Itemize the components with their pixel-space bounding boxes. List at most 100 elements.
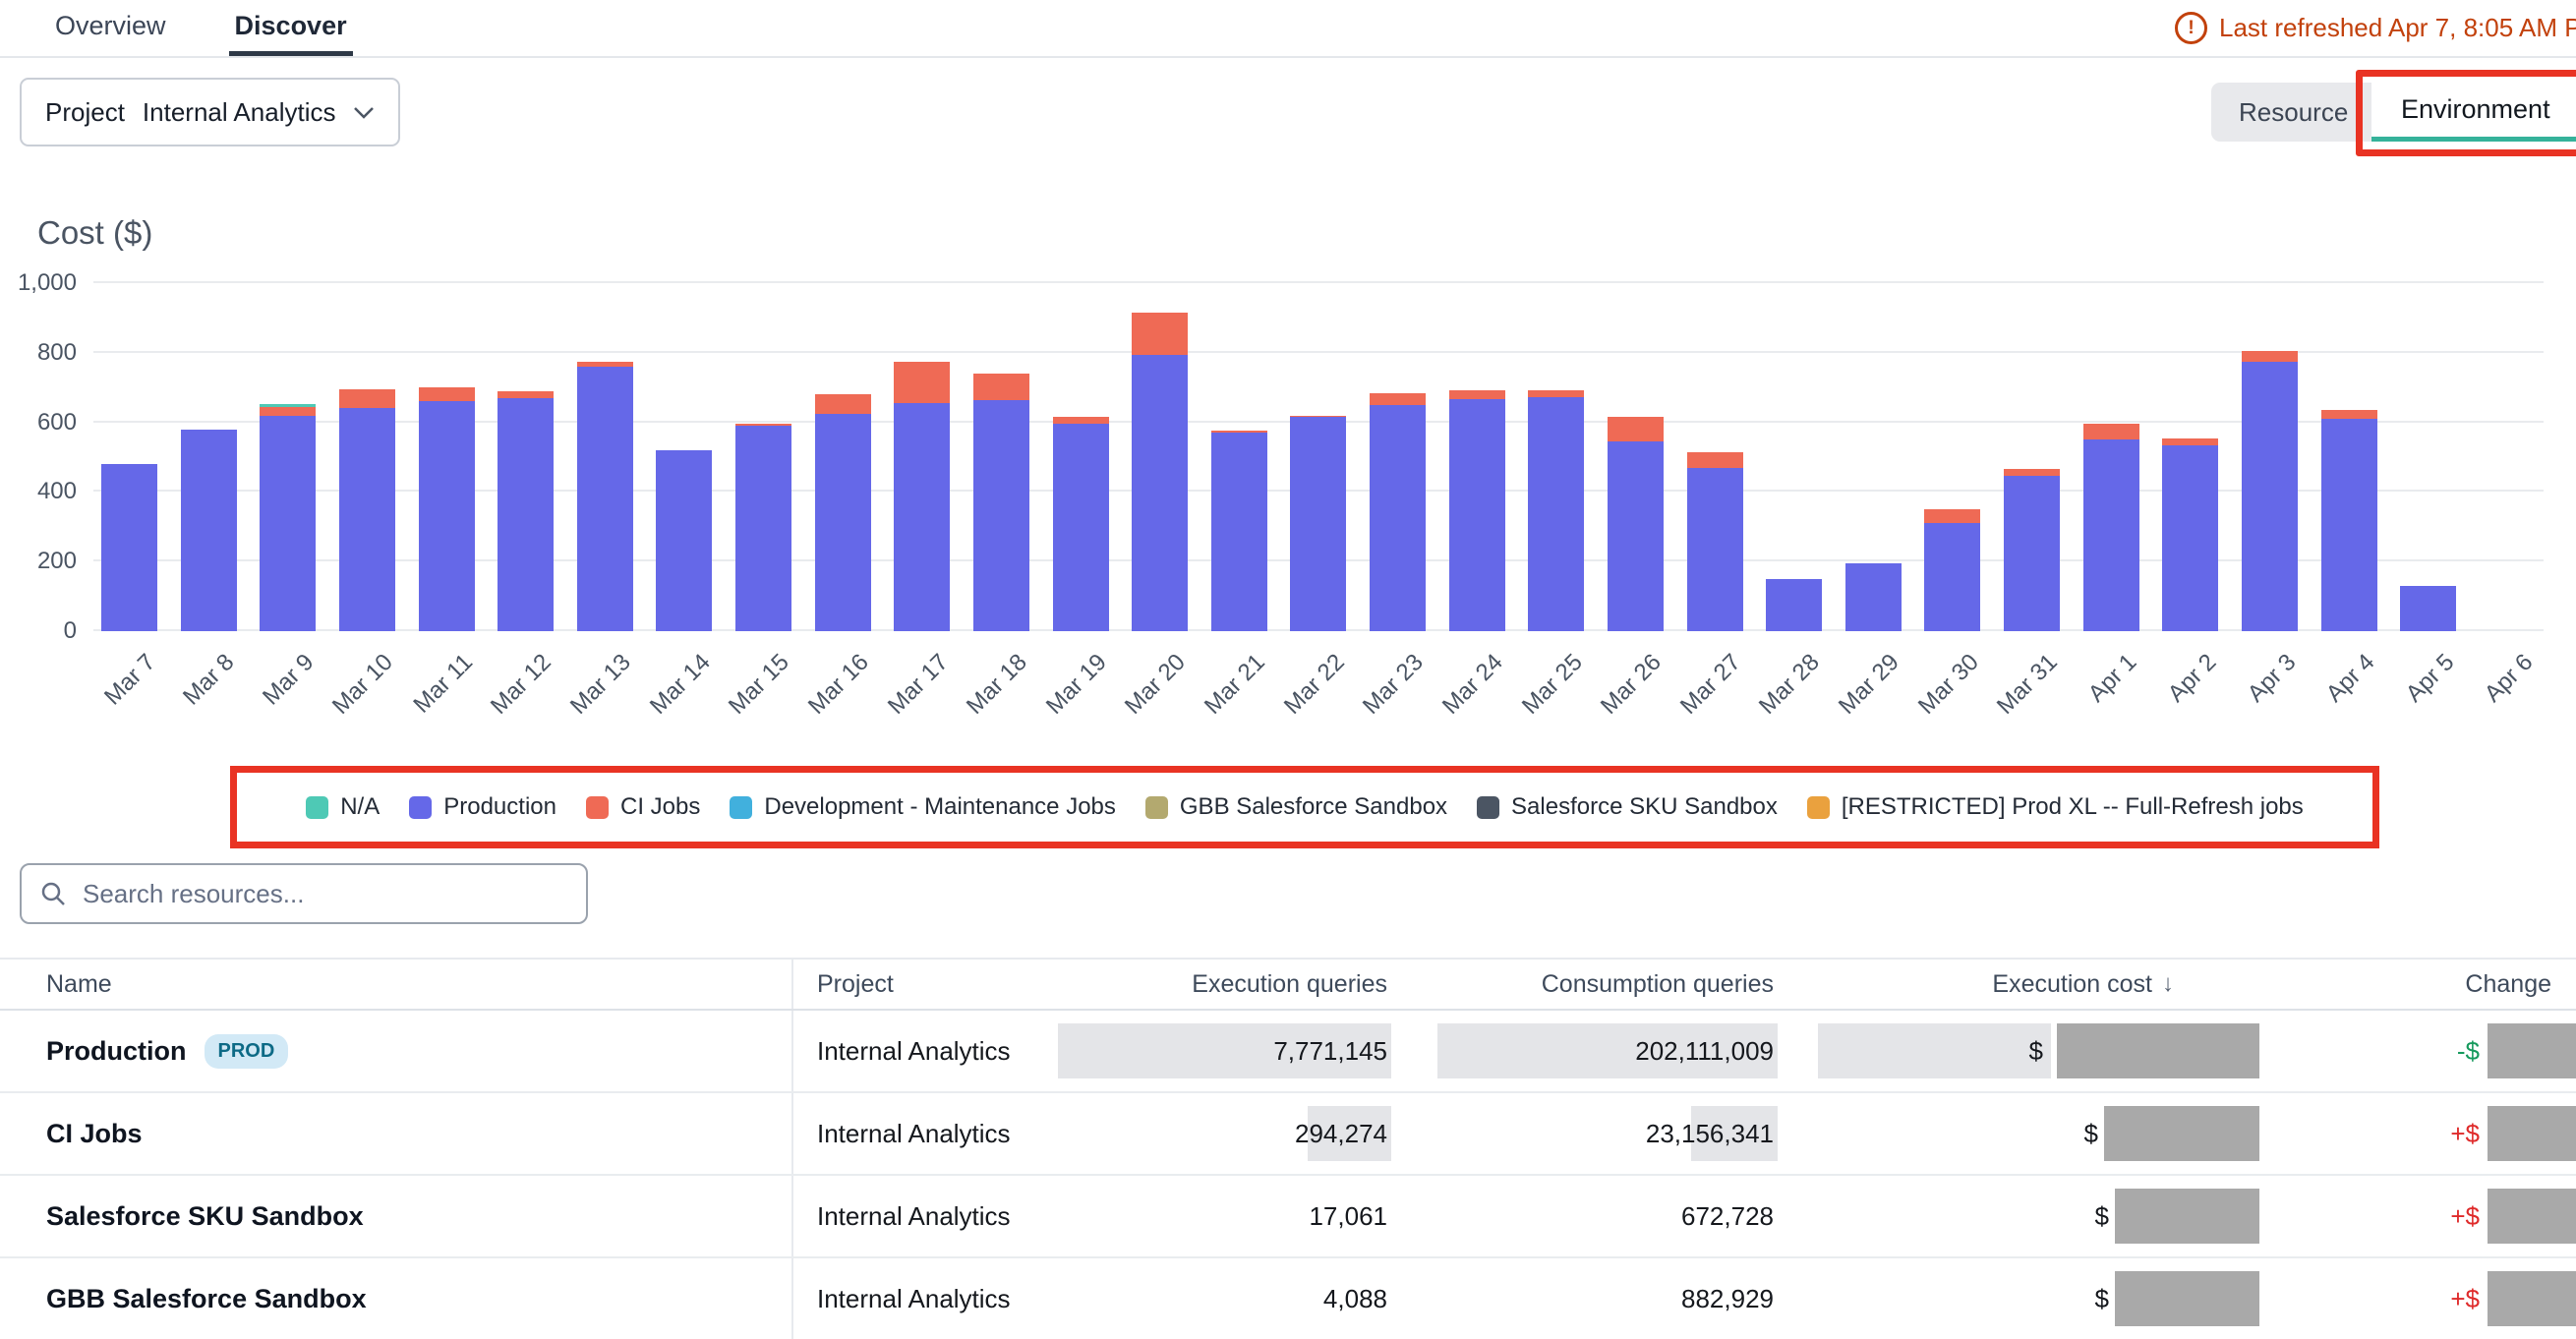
bar-mar-24: Mar 24 <box>1449 283 1505 631</box>
bar-apr-1: Apr 1 <box>2083 283 2139 631</box>
legend-swatch <box>306 796 328 819</box>
change-prefix: +$ <box>2450 1284 2480 1314</box>
search-resources-box[interactable] <box>20 863 588 924</box>
last-refreshed-status: ! Last refreshed Apr 7, 8:05 AM PDT <box>2175 12 2576 44</box>
bar-segment-ci-jobs <box>2083 424 2139 439</box>
bar-segment-ci-jobs <box>1608 417 1664 441</box>
resource-name: Production <box>46 1036 187 1067</box>
cost-currency-prefix: $ <box>2084 1119 2098 1149</box>
column-header-execution-cost[interactable]: Execution cost ↓ <box>1778 960 2178 1009</box>
table-header-row: Name Project Execution queries Consumpti… <box>0 958 2576 1011</box>
search-input[interactable] <box>81 878 568 910</box>
heatmap-shading: $ <box>1818 1023 2051 1078</box>
x-axis-label: Apr 1 <box>2083 649 2142 708</box>
legend-swatch <box>1477 796 1499 819</box>
bar-apr-2: Apr 2 <box>2162 283 2218 631</box>
legend-swatch <box>409 796 432 819</box>
cell-name: CI Jobs <box>0 1093 793 1174</box>
tab-discover[interactable]: Discover <box>229 0 353 56</box>
column-header-name[interactable]: Name <box>0 960 793 1009</box>
bar-segment-production <box>101 464 157 631</box>
x-axis-label: Mar 12 <box>486 649 557 721</box>
x-axis-label: Mar 23 <box>1358 649 1430 721</box>
bar-mar-9: Mar 9 <box>260 283 316 631</box>
cell-change: +$ <box>2178 1176 2576 1256</box>
bar-segment-production <box>1370 405 1426 631</box>
bar-segment-production <box>1290 417 1346 631</box>
group-by-resource-button[interactable]: Resource <box>2211 83 2375 142</box>
legend-item[interactable]: Salesforce SKU Sandbox <box>1477 793 1778 821</box>
x-axis-label: Mar 19 <box>1041 649 1113 721</box>
legend-item[interactable]: Production <box>409 793 556 821</box>
bar-segment-production <box>1053 424 1109 631</box>
last-refreshed-text: Last refreshed Apr 7, 8:05 AM PDT <box>2219 13 2576 43</box>
bar-mar-18: Mar 18 <box>973 283 1029 631</box>
legend-label: Production <box>443 793 556 821</box>
x-axis-label: Mar 8 <box>178 649 240 711</box>
bar-mar-14: Mar 14 <box>656 283 712 631</box>
y-axis-tick-label: 0 <box>0 617 77 645</box>
cell-execution-queries-value: 17,061 <box>1309 1201 1387 1232</box>
resource-name: Salesforce SKU Sandbox <box>46 1201 364 1232</box>
bar-segment-production <box>815 414 871 631</box>
change-prefix: -$ <box>2457 1036 2480 1067</box>
bar-segment-ci-jobs <box>1528 390 1584 397</box>
change-prefix: +$ <box>2450 1119 2480 1149</box>
cell-name: Salesforce SKU Sandbox <box>0 1176 793 1256</box>
table-row[interactable]: CI JobsInternal Analytics294,27423,156,3… <box>0 1093 2576 1176</box>
legend-label: Development - Maintenance Jobs <box>764 793 1116 821</box>
column-header-execution-queries[interactable]: Execution queries <box>1108 960 1391 1009</box>
bar-segment-production <box>419 401 475 631</box>
cell-consumption-queries: 202,111,009 <box>1391 1011 1778 1091</box>
bar-segment-ci-jobs <box>973 374 1029 400</box>
group-by-environment-button[interactable]: Environment <box>2371 83 2576 142</box>
legend-item[interactable]: GBB Salesforce Sandbox <box>1145 793 1447 821</box>
y-axis-tick-label: 800 <box>0 339 77 367</box>
table-row[interactable]: ProductionPRODInternal Analytics7,771,14… <box>0 1011 2576 1093</box>
redacted-change-block <box>2488 1189 2576 1244</box>
cell-project: Internal Analytics <box>793 1258 1108 1339</box>
bar-segment-production <box>2004 476 2060 631</box>
legend-swatch <box>1807 796 1830 819</box>
x-axis-label: Mar 16 <box>803 649 875 721</box>
bar-segment-production <box>498 398 554 631</box>
bar-segment-production <box>894 403 950 631</box>
bar-segment-ci-jobs <box>2162 438 2218 445</box>
cell-execution-cost: $ <box>1778 1093 2178 1174</box>
cell-execution-queries-value: 4,088 <box>1323 1284 1387 1314</box>
cell-change: +$ <box>2178 1093 2576 1174</box>
bar-apr-6: Apr 6 <box>2480 283 2536 631</box>
legend-item[interactable]: CI Jobs <box>586 793 700 821</box>
cell-execution-queries-value: 294,274 <box>1295 1119 1387 1149</box>
bar-segment-production <box>1132 355 1188 631</box>
legend-item[interactable]: N/A <box>306 793 380 821</box>
bar-segment-production <box>2162 445 2218 631</box>
legend-item[interactable]: Development - Maintenance Jobs <box>730 793 1116 821</box>
tab-overview[interactable]: Overview <box>49 0 172 56</box>
bar-mar-17: Mar 17 <box>894 283 950 631</box>
table-row[interactable]: Salesforce SKU SandboxInternal Analytics… <box>0 1176 2576 1258</box>
column-header-consumption-queries[interactable]: Consumption queries <box>1391 960 1778 1009</box>
cell-consumption-queries-value: 202,111,009 <box>1635 1036 1774 1067</box>
table-row[interactable]: GBB Salesforce SandboxInternal Analytics… <box>0 1258 2576 1339</box>
cell-project: Internal Analytics <box>793 1093 1108 1174</box>
bar-segment-ci-jobs <box>260 407 316 416</box>
x-axis-label: Mar 15 <box>724 649 795 721</box>
column-header-project[interactable]: Project <box>793 960 1108 1009</box>
project-filter-dropdown[interactable]: Project Internal Analytics <box>20 78 400 146</box>
legend-swatch <box>1145 796 1168 819</box>
bar-segment-production <box>735 426 791 631</box>
sort-descending-icon[interactable]: ↓ <box>2162 970 2174 998</box>
bar-mar-31: Mar 31 <box>2004 283 2060 631</box>
y-axis-tick-label: 1,000 <box>0 269 77 297</box>
bar-segment-ci-jobs <box>1924 509 1980 523</box>
warning-icon: ! <box>2175 12 2207 44</box>
bar-mar-10: Mar 10 <box>339 283 395 631</box>
column-header-change[interactable]: Change <box>2178 960 2576 1009</box>
cell-execution-cost: $ <box>1778 1258 2178 1339</box>
x-axis-label: Mar 13 <box>565 649 637 721</box>
legend-item[interactable]: [RESTRICTED] Prod XL -- Full-Refresh job… <box>1807 793 2304 821</box>
legend-label: Salesforce SKU Sandbox <box>1511 793 1778 821</box>
resource-button-label: Resource <box>2239 97 2348 128</box>
cost-currency-prefix: $ <box>2095 1201 2109 1232</box>
